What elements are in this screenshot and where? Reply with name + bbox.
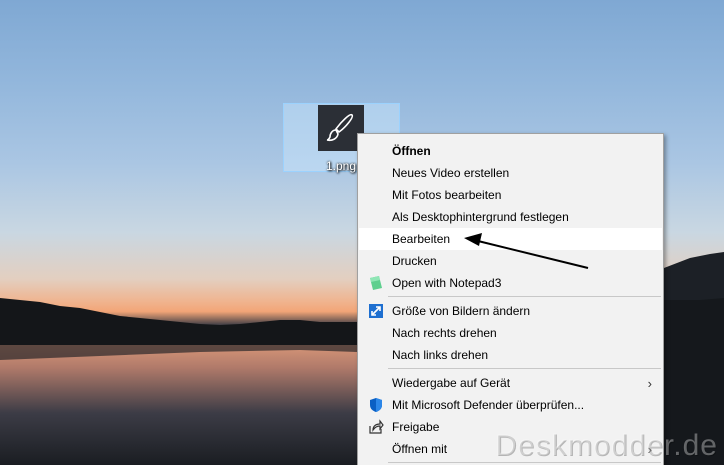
menu-item-label: Open with Notepad3 (392, 276, 502, 290)
defender-shield-icon (368, 397, 384, 413)
menu-item-label: Neues Video erstellen (392, 166, 510, 180)
resize-images-icon (368, 303, 384, 319)
menu-item-label: Nach links drehen (392, 348, 489, 362)
menu-item-label: Öffnen (392, 144, 431, 158)
chevron-right-icon: › (647, 376, 652, 391)
menu-separator (388, 296, 661, 297)
menu-item-wiedergabe-auf-geraet[interactable]: Wiedergabe auf Gerät › (359, 372, 662, 394)
menu-item-oeffnen[interactable]: Öffnen (359, 140, 662, 162)
menu-item-neues-video[interactable]: Neues Video erstellen (359, 162, 662, 184)
menu-item-label: Größe von Bildern ändern (392, 304, 531, 318)
menu-item-mit-fotos-bearbeiten[interactable]: Mit Fotos bearbeiten (359, 184, 662, 206)
menu-separator (388, 368, 661, 369)
menu-item-label: Nach rechts drehen (392, 326, 497, 340)
menu-item-desktophintergrund[interactable]: Als Desktophintergrund festlegen (359, 206, 662, 228)
menu-item-groesse-aendern[interactable]: Größe von Bildern ändern (359, 300, 662, 322)
menu-item-label: Drucken (392, 254, 437, 268)
share-icon (368, 419, 384, 435)
menu-item-bearbeiten[interactable]: Bearbeiten (359, 228, 662, 250)
menu-item-drucken[interactable]: Drucken (359, 250, 662, 272)
file-name-label: 1.png (326, 159, 357, 173)
menu-item-label: Wiedergabe auf Gerät (392, 376, 511, 390)
menu-item-defender[interactable]: Mit Microsoft Defender überprüfen... (359, 394, 662, 416)
menu-item-label: Mit Fotos bearbeiten (392, 188, 502, 202)
menu-item-label: Als Desktophintergrund festlegen (392, 210, 569, 224)
menu-item-label: Öffnen mit (392, 442, 448, 456)
context-menu: Öffnen Neues Video erstellen Mit Fotos b… (357, 133, 664, 465)
menu-item-label: Mit Microsoft Defender überprüfen... (392, 398, 585, 412)
watermark-text: Deskmodder.de (494, 429, 718, 462)
notepad3-icon (368, 275, 384, 291)
desktop: 1.png Öffnen Neues Video erstellen Mit F… (0, 0, 724, 465)
menu-item-nach-rechts-drehen[interactable]: Nach rechts drehen (359, 322, 662, 344)
menu-item-nach-links-drehen[interactable]: Nach links drehen (359, 344, 662, 366)
menu-item-label: Bearbeiten (392, 232, 451, 246)
menu-item-notepad3[interactable]: Open with Notepad3 (359, 272, 662, 294)
menu-item-label: Freigabe (392, 420, 440, 434)
